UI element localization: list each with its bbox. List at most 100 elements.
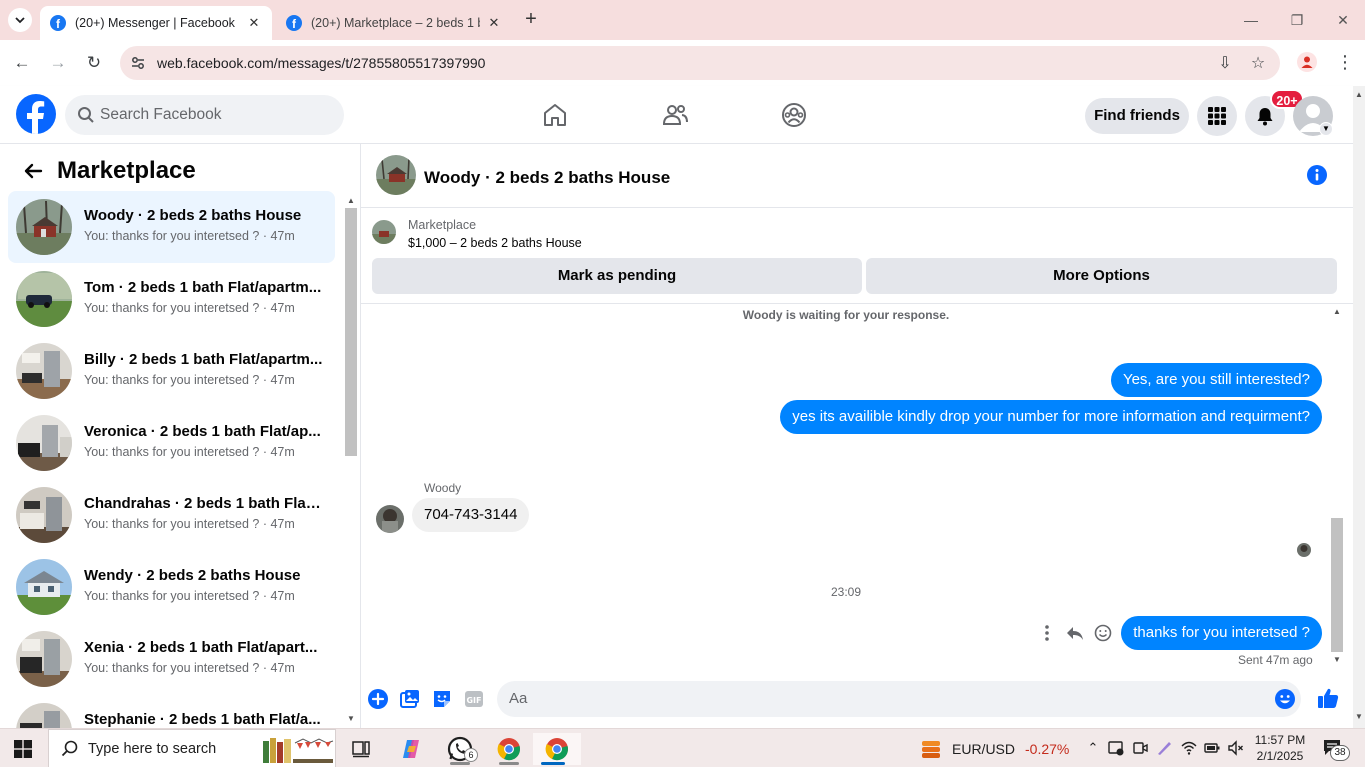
notification-center-button[interactable]: 38 (1322, 738, 1352, 761)
scroll-up-icon[interactable]: ▲ (1332, 307, 1342, 317)
camera-icon[interactable] (1131, 739, 1149, 757)
home-icon[interactable] (541, 101, 569, 129)
find-friends-button[interactable]: Find friends (1085, 98, 1189, 134)
scroll-thumb[interactable] (1331, 518, 1343, 652)
conversation-item[interactable]: Chandrahas · 2 beds 1 bath Flat/... You:… (8, 479, 335, 551)
conversation-sidebar: Marketplace Woody · 2 beds 2 baths House… (0, 144, 361, 728)
address-bar[interactable]: web.facebook.com/messages/t/278558055173… (120, 46, 1280, 80)
browser-tab-marketplace[interactable]: f (20+) Marketplace – 2 beds 1 b ✕ (276, 6, 512, 40)
info-icon[interactable] (1307, 165, 1327, 185)
conversation-item[interactable]: Tom · 2 beds 1 bath Flat/apartm... You: … (8, 263, 335, 335)
close-tab-icon[interactable]: ✕ (486, 15, 502, 31)
conversation-snippet: You: thanks for you interetsed ? · 47m (84, 445, 295, 459)
scroll-thumb[interactable] (345, 208, 357, 456)
listing-description[interactable]: $1,000 – 2 beds 2 baths House (408, 236, 582, 250)
market-ticker[interactable]: EUR/USD -0.27% (920, 738, 1069, 760)
copilot-button[interactable] (391, 733, 431, 765)
message-input[interactable]: Aa (497, 681, 1301, 717)
battery-icon[interactable] (1203, 739, 1221, 757)
close-window-button[interactable]: ✕ (1328, 8, 1358, 32)
conversation-avatar[interactable] (376, 155, 416, 195)
conversation-name: Xenia · 2 beds 1 bath Flat/apart... (84, 639, 318, 656)
whatsapp-button[interactable]: 6 (440, 733, 480, 765)
sticker-icon[interactable] (431, 688, 453, 710)
sender-name: Woody (424, 481, 462, 495)
scroll-up-icon[interactable]: ▲ (346, 196, 356, 206)
copilot-icon (403, 740, 419, 758)
volume-muted-icon[interactable] (1227, 739, 1245, 757)
windows-start-icon[interactable] (14, 740, 32, 758)
plus-circle-icon[interactable] (367, 688, 389, 710)
incoming-message[interactable]: 704-743-3144 (412, 498, 530, 532)
tray-app-icon[interactable] (1107, 739, 1125, 757)
chat-title[interactable]: Woody · 2 beds 2 baths House (424, 168, 670, 188)
listing-thumbnail[interactable] (372, 220, 396, 244)
more-actions-icon[interactable] (1037, 623, 1057, 643)
gif-icon[interactable]: GIF (463, 688, 485, 710)
conversation-item[interactable]: Veronica · 2 beds 1 bath Flat/ap... You:… (8, 407, 335, 479)
forward-button[interactable]: → (46, 51, 70, 75)
scroll-up-icon[interactable]: ▲ (1354, 90, 1364, 100)
ticker-pair: EUR/USD (952, 741, 1016, 757)
conversation-item[interactable]: Woody · 2 beds 2 baths House You: thanks… (8, 191, 335, 263)
scroll-down-icon[interactable]: ▼ (346, 714, 356, 724)
composer-placeholder: Aa (509, 690, 528, 707)
browser-profile-icon[interactable] (1297, 52, 1317, 72)
react-emoji-icon[interactable] (1093, 623, 1113, 643)
sender-avatar[interactable] (376, 505, 404, 533)
menu-button[interactable] (1197, 96, 1237, 136)
outgoing-message[interactable]: yes its availible kindly drop your numbe… (780, 400, 1322, 434)
chrome-active-button[interactable] (533, 733, 581, 765)
facebook-logo-icon[interactable] (16, 94, 56, 134)
reply-icon[interactable] (1065, 623, 1085, 643)
facebook-search-input[interactable]: Search Facebook (65, 95, 344, 135)
sidebar-scrollbar[interactable]: ▲ ▼ (344, 194, 358, 724)
chat-scrollbar[interactable]: ▲ ▼ (1330, 304, 1344, 668)
restore-button[interactable]: ❐ (1282, 8, 1312, 32)
facebook-favicon-icon: f (286, 15, 302, 31)
chevron-down-icon (15, 17, 25, 24)
mark-as-pending-button[interactable]: Mark as pending (372, 258, 862, 294)
tab-search-button[interactable] (8, 8, 32, 32)
taskbar-search-input[interactable]: Type here to search (48, 729, 336, 767)
browser-tab-strip: f (20+) Messenger | Facebook ✕ f (20+) M… (0, 0, 1365, 40)
minimize-button[interactable]: — (1236, 8, 1266, 32)
scroll-down-icon[interactable]: ▼ (1354, 712, 1364, 722)
bell-icon (1257, 108, 1273, 126)
browser-menu-icon[interactable]: ⋮ (1336, 51, 1354, 73)
friends-icon[interactable] (661, 101, 689, 129)
bookmark-star-icon[interactable]: ☆ (1248, 54, 1268, 74)
listing-thumbnail (16, 631, 72, 687)
more-options-button[interactable]: More Options (866, 258, 1337, 294)
browser-tab-messenger[interactable]: f (20+) Messenger | Facebook ✕ (40, 6, 272, 40)
pen-icon[interactable] (1155, 739, 1173, 757)
system-clock[interactable]: 11:57 PM 2/1/2025 (1252, 732, 1308, 764)
conversation-item[interactable]: Billy · 2 beds 1 bath Flat/apartm... You… (8, 335, 335, 407)
search-placeholder: Search Facebook (100, 106, 222, 123)
conversation-item[interactable]: Xenia · 2 beds 1 bath Flat/apart... You:… (8, 623, 335, 695)
page-scrollbar[interactable]: ▲ ▼ (1353, 86, 1365, 728)
task-view-button[interactable] (341, 733, 381, 765)
thumbs-up-icon[interactable] (1316, 686, 1340, 710)
conversation-name: Tom · 2 beds 1 bath Flat/apartm... (84, 279, 322, 296)
back-button[interactable]: ← (10, 51, 34, 75)
search-icon (61, 740, 78, 757)
whatsapp-unread-badge: 6 (464, 748, 478, 762)
photo-icon[interactable] (399, 688, 421, 710)
close-tab-icon[interactable]: ✕ (246, 15, 262, 31)
groups-icon[interactable] (780, 101, 808, 129)
new-tab-button[interactable]: + (520, 8, 542, 32)
scroll-down-icon[interactable]: ▼ (1332, 655, 1342, 665)
chevron-up-icon[interactable]: ⌃ (1084, 739, 1102, 757)
wifi-icon[interactable] (1180, 739, 1198, 757)
outgoing-message[interactable]: thanks for you interetsed ? (1121, 616, 1322, 650)
back-arrow-icon[interactable] (22, 160, 44, 182)
install-app-icon[interactable]: ⇩ (1215, 54, 1235, 74)
conversation-item[interactable]: Stephanie · 2 beds 1 bath Flat/a... (8, 695, 335, 728)
emoji-icon[interactable] (1274, 688, 1296, 710)
outgoing-message[interactable]: Yes, are you still interested? (1110, 363, 1322, 397)
reload-button[interactable]: ↻ (82, 51, 106, 75)
site-settings-icon[interactable] (130, 55, 146, 71)
chrome-profile-button[interactable] (489, 733, 529, 765)
conversation-item[interactable]: Wendy · 2 beds 2 baths House You: thanks… (8, 551, 335, 623)
